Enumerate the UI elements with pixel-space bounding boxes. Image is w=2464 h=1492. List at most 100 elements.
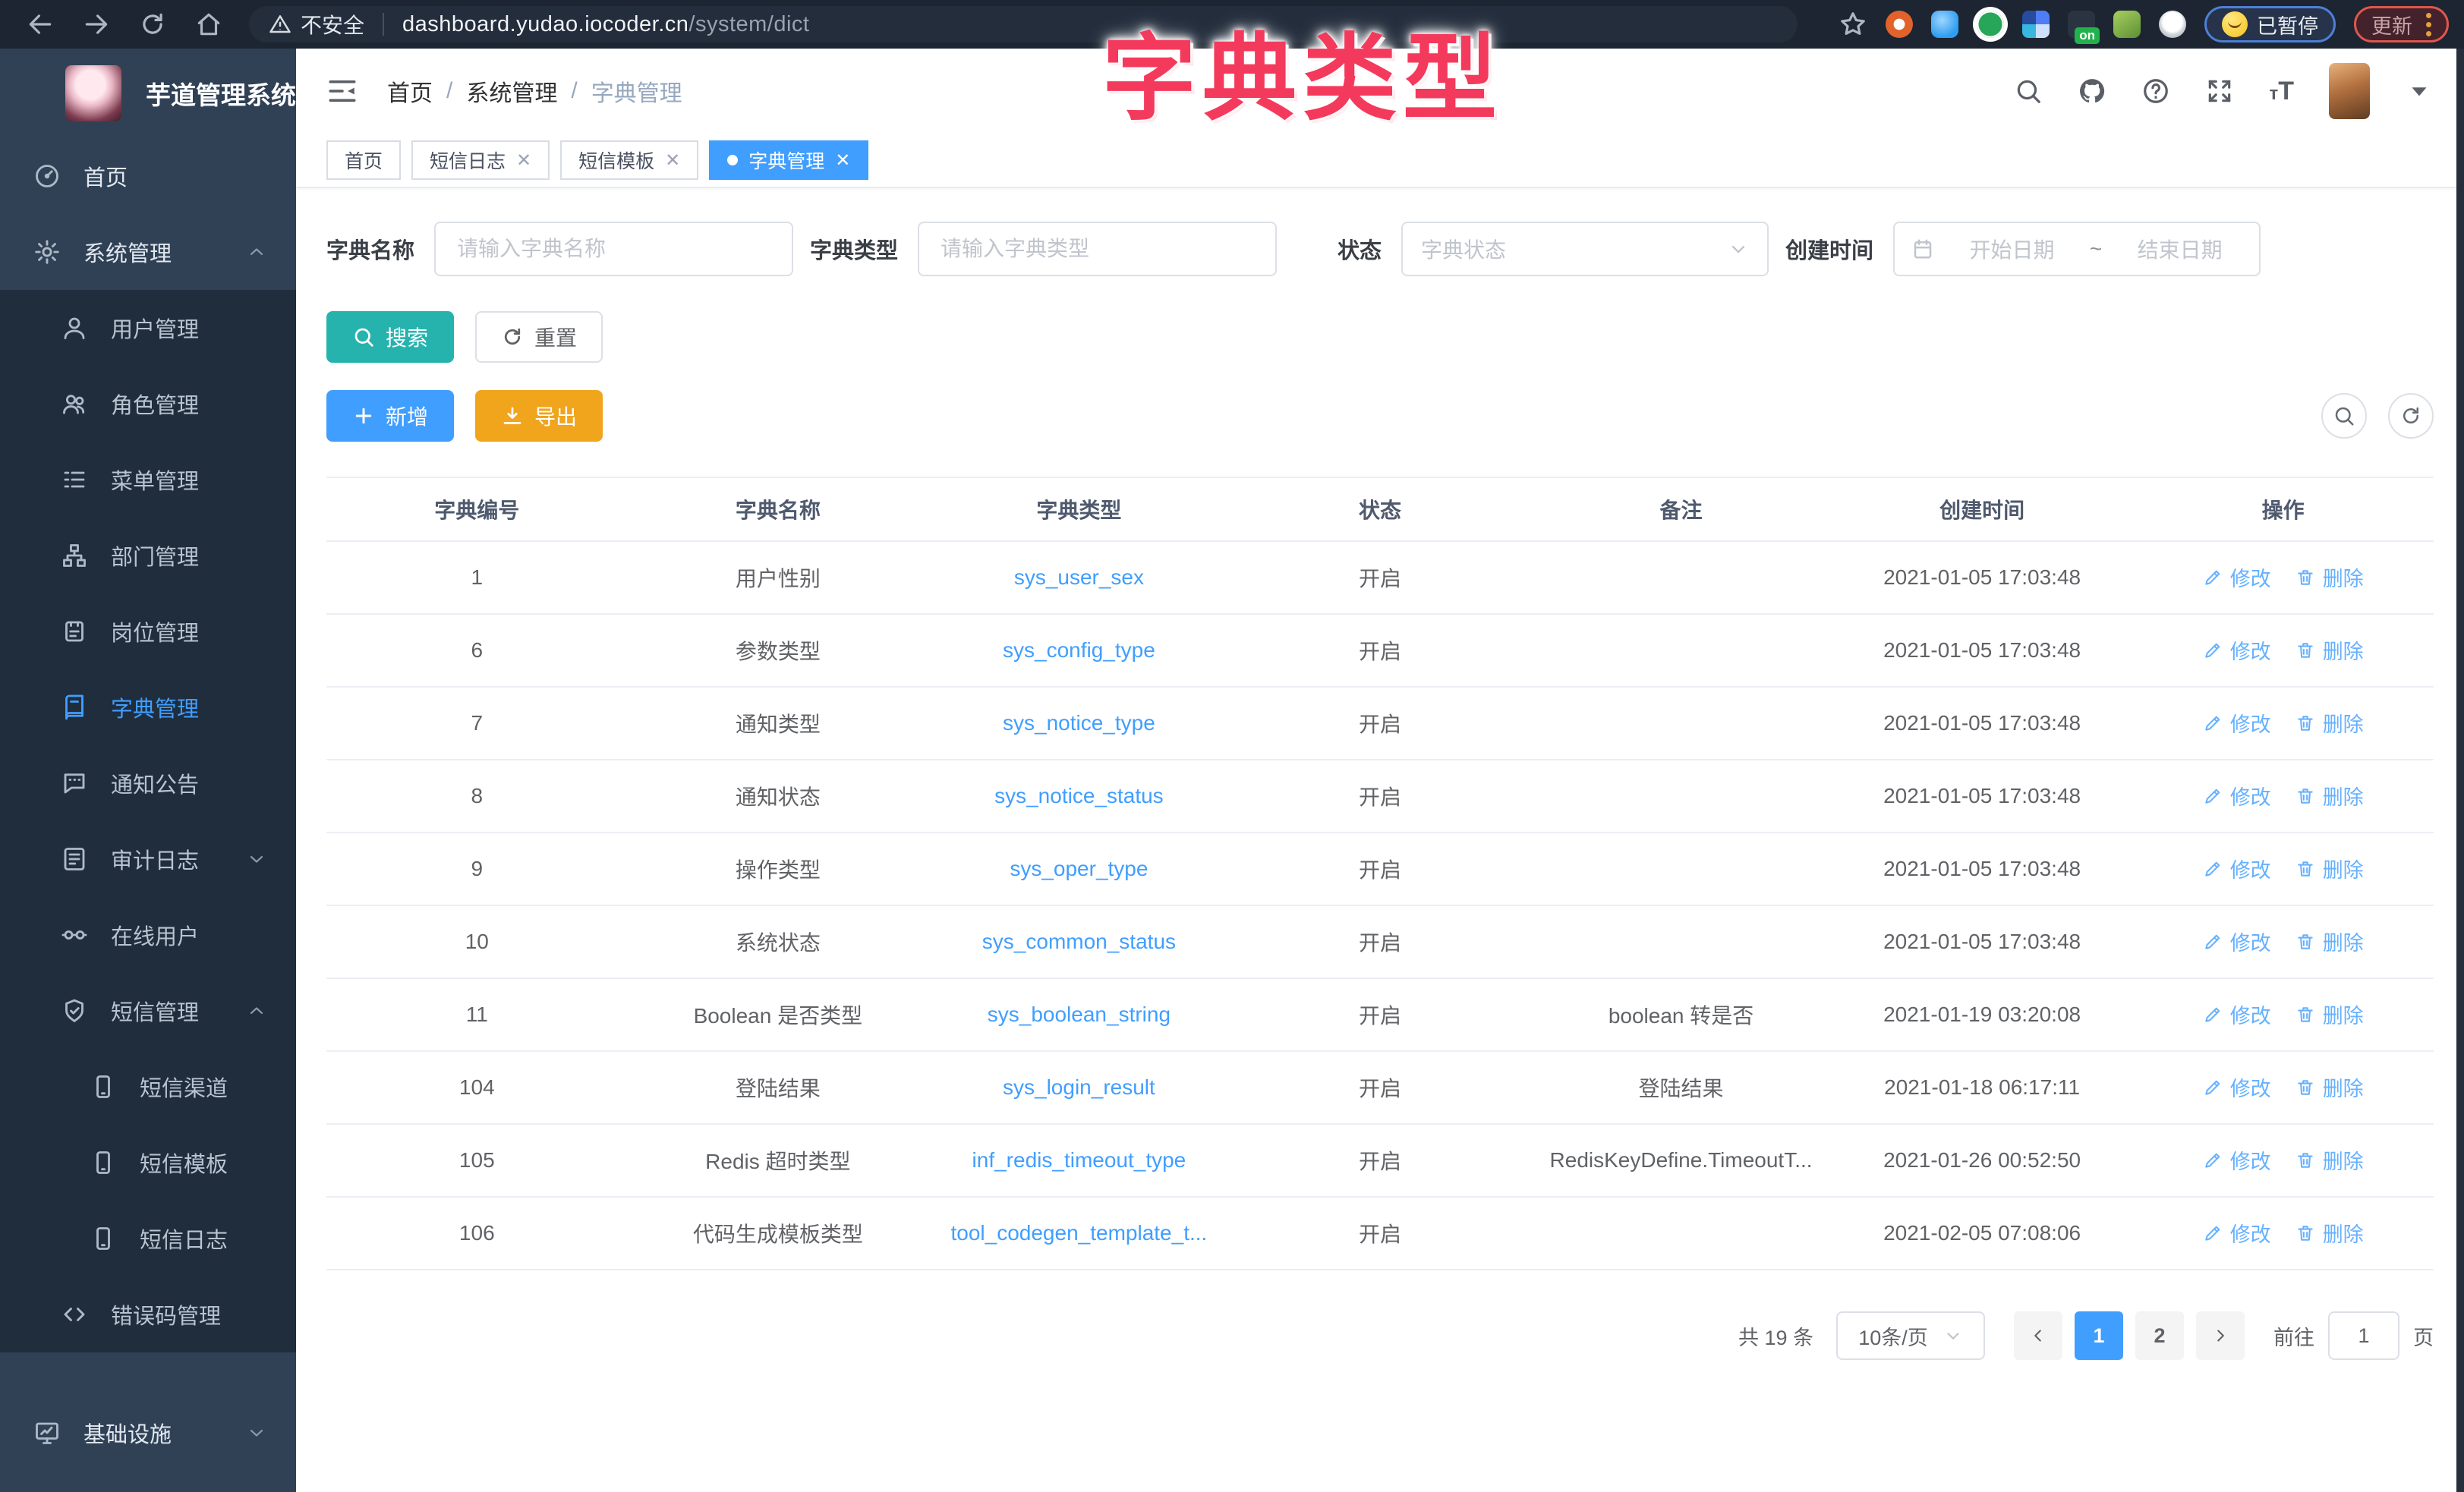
close-tab-icon[interactable]: ✕ xyxy=(665,150,680,172)
user-avatar[interactable] xyxy=(2329,63,2370,119)
add-button[interactable]: 新增 xyxy=(326,390,454,442)
edit-link[interactable]: 修改 xyxy=(2203,854,2271,883)
dict-type-link[interactable]: sys_notice_status xyxy=(994,784,1164,807)
sidebar-item-infra[interactable]: 基础设施 xyxy=(0,1395,296,1471)
delete-link[interactable]: 删除 xyxy=(2295,781,2364,811)
edit-link[interactable]: 修改 xyxy=(2203,708,2271,738)
help-icon[interactable] xyxy=(2141,77,2170,105)
edit-link[interactable]: 修改 xyxy=(2203,927,2271,956)
date-range-picker[interactable]: 开始日期 ~ 结束日期 xyxy=(1893,222,2261,276)
search-button[interactable]: 搜索 xyxy=(326,311,454,363)
sidebar-item-role[interactable]: 角色管理 xyxy=(0,366,296,442)
close-tab-icon[interactable]: ✕ xyxy=(835,150,850,172)
profile-paused-chip[interactable]: 已暂停 xyxy=(2204,6,2336,42)
delete-link[interactable]: 删除 xyxy=(2295,1218,2364,1248)
edit-link[interactable]: 修改 xyxy=(2203,1218,2271,1248)
next-page-button[interactable] xyxy=(2196,1311,2245,1360)
refresh-table-button[interactable] xyxy=(2388,393,2434,439)
sidebar-item-sms-channel[interactable]: 短信渠道 xyxy=(0,1049,296,1125)
status-select[interactable]: 字典状态 xyxy=(1401,222,1769,276)
sidebar-item-dict[interactable]: 字典管理 xyxy=(0,669,296,745)
sidebar-item-sms-log[interactable]: 短信日志 xyxy=(0,1201,296,1276)
delete-link[interactable]: 删除 xyxy=(2295,1072,2364,1102)
bookmark-star-icon[interactable] xyxy=(1839,10,1867,39)
delete-link[interactable]: 删除 xyxy=(2295,1145,2364,1175)
dict-type-link[interactable]: sys_config_type xyxy=(1003,638,1155,662)
sidebar-item-home[interactable]: 首页 xyxy=(0,138,296,214)
reload-icon[interactable] xyxy=(138,10,167,39)
security-warning[interactable]: 不安全 xyxy=(269,9,364,39)
back-icon[interactable] xyxy=(26,10,55,39)
tab-短信日志[interactable]: 短信日志✕ xyxy=(411,140,550,180)
app-logo-row[interactable]: 芋道管理系统 xyxy=(0,49,296,138)
reset-button[interactable]: 重置 xyxy=(475,311,603,363)
close-tab-icon[interactable]: ✕ xyxy=(516,150,531,172)
page-button-1[interactable]: 1 xyxy=(2075,1311,2123,1360)
dict-type-link[interactable]: sys_common_status xyxy=(982,930,1176,953)
home-icon[interactable] xyxy=(194,10,223,39)
browser-update-chip[interactable]: 更新 xyxy=(2354,6,2449,42)
sidebar-item-online-user[interactable]: 在线用户 xyxy=(0,897,296,973)
dict-type-link[interactable]: inf_redis_timeout_type xyxy=(972,1148,1186,1172)
page-size-select[interactable]: 10条/页 xyxy=(1836,1311,1985,1360)
dict-type-link[interactable]: sys_login_result xyxy=(1003,1075,1155,1099)
extension-icon-green-circle[interactable] xyxy=(1977,11,2004,38)
tab-短信模板[interactable]: 短信模板✕ xyxy=(560,140,698,180)
sidebar-item-notice[interactable]: 通知公告 xyxy=(0,745,296,821)
font-size-icon[interactable]: тT xyxy=(2269,77,2294,106)
window-scrollbar-edge[interactable] xyxy=(2456,49,2464,1492)
sidebar-item-user[interactable]: 用户管理 xyxy=(0,290,296,366)
github-icon[interactable] xyxy=(2078,77,2106,105)
log-icon xyxy=(61,845,88,873)
extension-icon-orange[interactable] xyxy=(1886,11,1913,38)
delete-link[interactable]: 删除 xyxy=(2295,999,2364,1029)
sidebar-item-menu[interactable]: 菜单管理 xyxy=(0,442,296,518)
user-menu-caret-icon[interactable] xyxy=(2405,77,2434,105)
edit-link[interactable]: 修改 xyxy=(2203,562,2271,592)
breadcrumb-system[interactable]: 系统管理 xyxy=(466,74,557,108)
sidebar-item-dept[interactable]: 部门管理 xyxy=(0,518,296,593)
extension-icon-squares[interactable] xyxy=(2022,11,2050,38)
sidebar-item-audit-log[interactable]: 审计日志 xyxy=(0,821,296,897)
show-search-toggle-button[interactable] xyxy=(2321,393,2367,439)
address-bar[interactable]: 不安全 dashboard.yudao.iocoder.cn/system/di… xyxy=(249,6,1798,42)
delete-link[interactable]: 删除 xyxy=(2295,635,2364,665)
prev-page-button[interactable] xyxy=(2014,1311,2062,1360)
dict-type-link[interactable]: sys_user_sex xyxy=(1014,565,1144,589)
sidebar-item-system[interactable]: 系统管理 xyxy=(0,214,296,290)
dict-name-input[interactable] xyxy=(434,222,793,276)
collapse-sidebar-icon[interactable] xyxy=(326,75,358,107)
search-icon[interactable] xyxy=(2014,77,2043,105)
dict-type-link[interactable]: sys_oper_type xyxy=(1010,857,1148,880)
delete-link[interactable]: 删除 xyxy=(2295,854,2364,883)
delete-link[interactable]: 删除 xyxy=(2295,927,2364,956)
extension-icon-cat[interactable] xyxy=(2159,11,2186,38)
fullscreen-icon[interactable] xyxy=(2205,77,2234,105)
tab-首页[interactable]: 首页 xyxy=(326,140,401,180)
sidebar-item-sms[interactable]: 短信管理 xyxy=(0,973,296,1049)
dict-type-link[interactable]: sys_boolean_string xyxy=(988,1003,1171,1026)
edit-link[interactable]: 修改 xyxy=(2203,781,2271,811)
edit-link[interactable]: 修改 xyxy=(2203,1145,2271,1175)
sidebar-item-post[interactable]: 岗位管理 xyxy=(0,593,296,669)
delete-link[interactable]: 删除 xyxy=(2295,562,2364,592)
extension-icon-plant[interactable] xyxy=(2113,11,2141,38)
extension-icon-blue[interactable] xyxy=(1931,11,1958,38)
edit-link[interactable]: 修改 xyxy=(2203,635,2271,665)
forward-icon[interactable] xyxy=(82,10,111,39)
tab-字典管理[interactable]: 字典管理✕ xyxy=(709,140,868,180)
dict-type-link[interactable]: sys_notice_type xyxy=(1003,711,1155,735)
edit-link[interactable]: 修改 xyxy=(2203,1072,2271,1102)
extension-icon-camera-on[interactable]: on xyxy=(2068,11,2095,38)
export-button[interactable]: 导出 xyxy=(475,390,603,442)
goto-page-input[interactable] xyxy=(2328,1311,2399,1360)
dict-type-link[interactable]: tool_codegen_template_t... xyxy=(951,1221,1208,1245)
browser-menu-icon[interactable] xyxy=(2426,13,2431,36)
dict-type-input[interactable] xyxy=(918,222,1277,276)
page-button-2[interactable]: 2 xyxy=(2135,1311,2184,1360)
sidebar-item-error-code[interactable]: 错误码管理 xyxy=(0,1276,296,1352)
delete-link[interactable]: 删除 xyxy=(2295,708,2364,738)
sidebar-item-sms-template[interactable]: 短信模板 xyxy=(0,1125,296,1201)
edit-link[interactable]: 修改 xyxy=(2203,999,2271,1029)
breadcrumb-home[interactable]: 首页 xyxy=(387,74,433,108)
